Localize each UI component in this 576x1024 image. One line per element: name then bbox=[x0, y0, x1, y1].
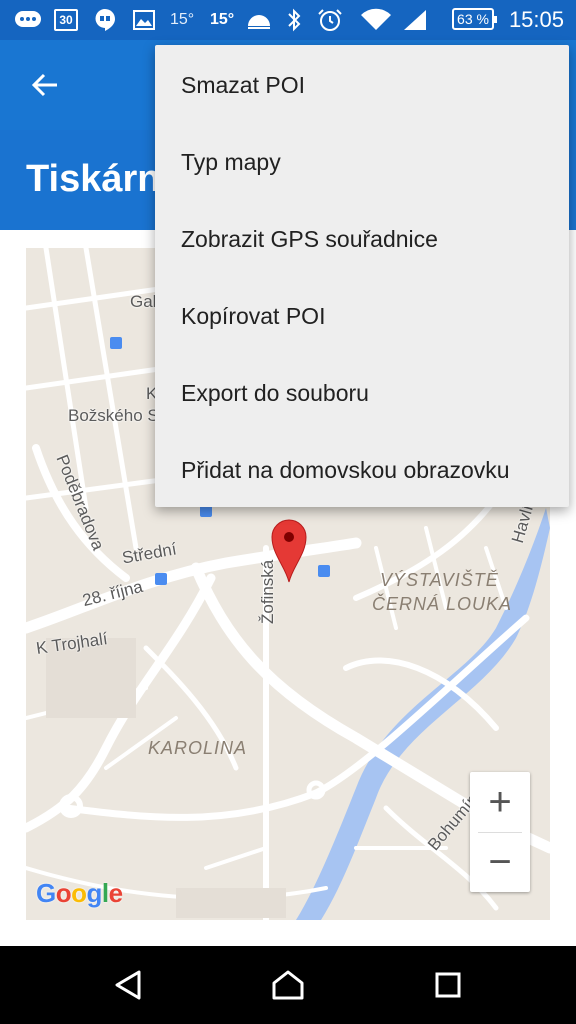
clock: 15:05 bbox=[508, 7, 564, 32]
map-label-gal: Gal bbox=[130, 292, 157, 311]
map-area-karolina: KAROLINA bbox=[148, 738, 248, 758]
nav-back-button[interactable] bbox=[98, 962, 158, 1008]
overflow-menu: Smazat POI Typ mapy Zobrazit GPS souřadn… bbox=[155, 45, 569, 507]
map-label-bozskeho: Božského S bbox=[68, 406, 159, 425]
zoom-out-button[interactable]: − bbox=[470, 832, 530, 892]
battery-indicator: 63 % bbox=[452, 8, 497, 30]
menu-item-show-gps[interactable]: Zobrazit GPS souřadnice bbox=[155, 201, 569, 278]
nav-recents-button[interactable] bbox=[418, 962, 478, 1008]
map-area-vystaviste: VÝSTAVIŠTĚ bbox=[380, 570, 499, 590]
zoom-controls: + − bbox=[470, 772, 530, 892]
map-area-cerna-louka: ČERNÁ LOUKA bbox=[372, 594, 513, 614]
menu-item-export[interactable]: Export do souboru bbox=[155, 355, 569, 432]
alarm-icon bbox=[317, 8, 343, 32]
bluetooth-icon bbox=[286, 8, 302, 32]
message-icon bbox=[14, 8, 42, 32]
triangle-back-icon bbox=[115, 970, 141, 1000]
temperature-1: 15° bbox=[170, 11, 195, 28]
page-title: Tiskárn bbox=[26, 158, 161, 200]
status-bar: 30 15° 15° 63 % 15:05 bbox=[0, 0, 576, 40]
menu-item-copy-poi[interactable]: Kopírovat POI bbox=[155, 278, 569, 355]
back-button[interactable] bbox=[22, 62, 68, 108]
weather-icon bbox=[246, 8, 272, 32]
hangouts-icon bbox=[94, 8, 116, 32]
wifi-icon bbox=[360, 8, 392, 32]
arrow-back-icon bbox=[31, 73, 57, 97]
menu-item-delete-poi[interactable]: Smazat POI bbox=[155, 47, 569, 124]
menu-item-add-home[interactable]: Přidat na domovskou obrazovku bbox=[155, 432, 569, 509]
calendar-icon: 30 bbox=[54, 8, 78, 32]
recents-square-icon bbox=[435, 972, 461, 998]
image-icon bbox=[133, 8, 155, 32]
navigation-bar bbox=[0, 946, 576, 1024]
temperature-2: 15° bbox=[210, 11, 235, 28]
calendar-day: 30 bbox=[54, 9, 78, 31]
zoom-in-button[interactable]: + bbox=[470, 772, 530, 832]
home-icon bbox=[272, 970, 304, 1000]
location-pin-icon[interactable] bbox=[270, 518, 308, 584]
google-logo: Google bbox=[36, 878, 123, 908]
nav-home-button[interactable] bbox=[258, 962, 318, 1008]
signal-icon bbox=[402, 8, 428, 32]
menu-item-map-type[interactable]: Typ mapy bbox=[155, 124, 569, 201]
